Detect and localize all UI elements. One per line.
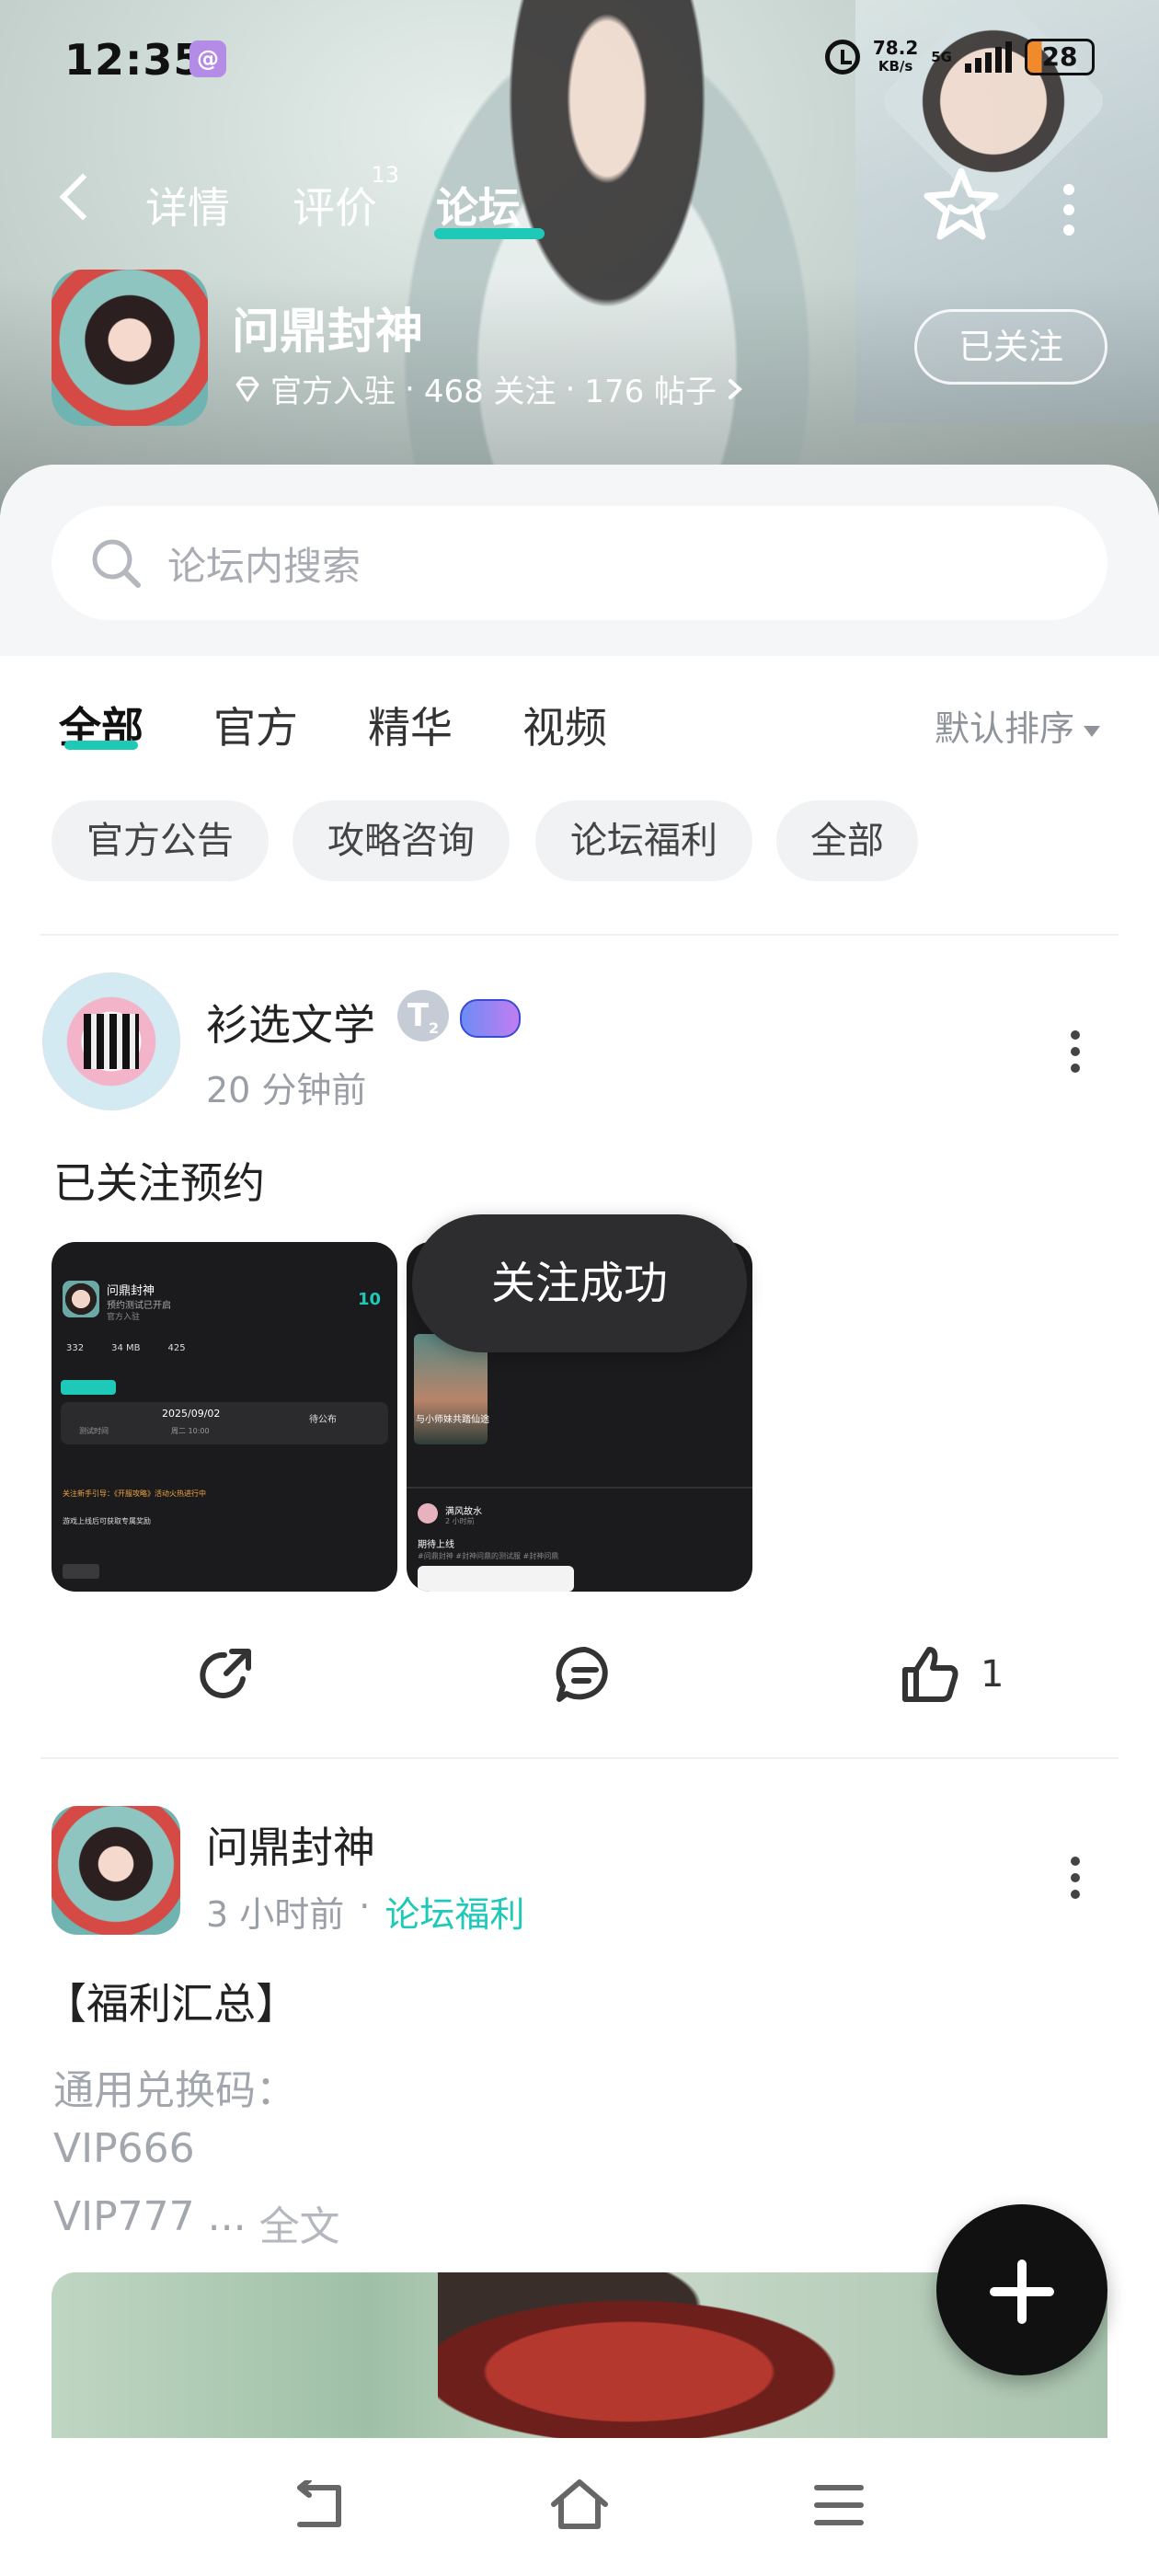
filter-tab-video[interactable]: 视频 bbox=[522, 695, 607, 755]
post-meta: 3 小时前 · 论坛福利 bbox=[206, 1886, 525, 1937]
post-more-icon[interactable] bbox=[1069, 1030, 1082, 1080]
network-speed: 78.2 KB/s bbox=[872, 37, 919, 75]
comment-icon bbox=[556, 1646, 608, 1702]
chevron-right-icon bbox=[729, 378, 743, 399]
status-time: 12:35 bbox=[64, 35, 204, 85]
thumbs-up-icon bbox=[902, 1647, 958, 1702]
more-options-icon[interactable] bbox=[1058, 184, 1080, 236]
back-icon[interactable] bbox=[293, 2480, 350, 2532]
like-button[interactable]: 1 bbox=[898, 1642, 1004, 1707]
post-category-link[interactable]: 论坛福利 bbox=[384, 1886, 524, 1937]
game-festival-badge-icon bbox=[460, 999, 521, 1038]
official-diamond-icon bbox=[235, 376, 259, 401]
create-post-button[interactable] bbox=[931, 2199, 1113, 2381]
chip-strategy[interactable]: 攻略咨询 bbox=[293, 800, 510, 881]
post-author-avatar[interactable] bbox=[42, 972, 180, 1110]
filter-tab-indicator bbox=[64, 741, 138, 750]
post-count: 176 帖子 bbox=[584, 374, 717, 410]
chip-all[interactable]: 全部 bbox=[776, 800, 918, 881]
post-body-line: VIP777 ... 全文 bbox=[53, 2193, 340, 2252]
signal-icon bbox=[965, 41, 1012, 73]
post-author-name[interactable]: 衫选文学 bbox=[206, 992, 375, 1052]
home-icon[interactable] bbox=[548, 2477, 611, 2532]
network-type: 5G bbox=[931, 49, 952, 65]
divider bbox=[40, 934, 1119, 936]
reviews-count-badge: 13 bbox=[371, 162, 399, 188]
post-author-name[interactable]: 问鼎封神 bbox=[206, 1814, 375, 1875]
chip-official-notice[interactable]: 官方公告 bbox=[52, 800, 269, 881]
search-icon bbox=[92, 539, 141, 588]
tab-reviews[interactable]: 评价 13 bbox=[293, 162, 399, 236]
post-author-avatar[interactable] bbox=[52, 1806, 180, 1935]
post-title: 【福利汇总】 bbox=[44, 1979, 298, 2029]
menu-icon[interactable] bbox=[813, 2482, 865, 2528]
post-body-text: 已关注预约 bbox=[53, 1158, 265, 1208]
tab-forum[interactable]: 论坛 bbox=[436, 175, 521, 236]
post-body-line: 通用兑换码： bbox=[53, 2067, 296, 2114]
post-time: 20 分钟前 bbox=[206, 1070, 367, 1110]
level-badge: T2 bbox=[397, 990, 449, 1041]
like-count: 1 bbox=[981, 1653, 1004, 1696]
official-label: 官方入驻 bbox=[270, 374, 396, 410]
battery-icon: 28 bbox=[1025, 39, 1095, 75]
tab-details[interactable]: 详情 bbox=[145, 175, 230, 236]
share-button[interactable] bbox=[195, 1642, 259, 1707]
post-more-icon[interactable] bbox=[1069, 1857, 1082, 1906]
followed-button[interactable]: 已关注 bbox=[914, 309, 1107, 385]
game-title: 问鼎封神 bbox=[232, 305, 424, 360]
comment-button[interactable] bbox=[552, 1642, 618, 1707]
game-icon bbox=[52, 270, 208, 426]
toast-follow-success: 关注成功 bbox=[412, 1214, 747, 1352]
filter-tab-featured[interactable]: 精华 bbox=[368, 695, 453, 755]
share-icon bbox=[200, 1649, 251, 1698]
post-image-left[interactable]: 问鼎封神 预约测试已开启 官方入驻 10 332 34 MB 425 2025/09… bbox=[52, 1242, 397, 1592]
forum-search-input[interactable]: 论坛内搜索 bbox=[52, 506, 1107, 620]
sort-dropdown[interactable]: 默认排序 bbox=[935, 700, 1100, 751]
chip-forum-welfare[interactable]: 论坛福利 bbox=[535, 800, 752, 881]
active-tab-indicator bbox=[434, 228, 545, 239]
read-full-link[interactable]: 全文 bbox=[259, 2193, 340, 2252]
notification-app-icon: @ bbox=[189, 40, 226, 77]
divider bbox=[40, 1757, 1119, 1759]
search-area: 论坛内搜索 bbox=[0, 465, 1159, 656]
search-placeholder: 论坛内搜索 bbox=[167, 543, 361, 589]
follow-count: 468 关注 bbox=[423, 374, 557, 410]
status-indicators: 78.2 KB/s 5G 28 bbox=[824, 37, 1095, 77]
favorite-star-icon[interactable] bbox=[920, 164, 1003, 247]
filter-tab-official[interactable]: 官方 bbox=[213, 695, 298, 755]
game-meta[interactable]: 官方入驻 · 468 关注 · 176 帖子 bbox=[234, 366, 746, 411]
alarm-icon bbox=[824, 40, 860, 75]
post-body-line: VIP666 bbox=[53, 2125, 195, 2172]
system-navigation-bar bbox=[0, 2438, 1159, 2576]
